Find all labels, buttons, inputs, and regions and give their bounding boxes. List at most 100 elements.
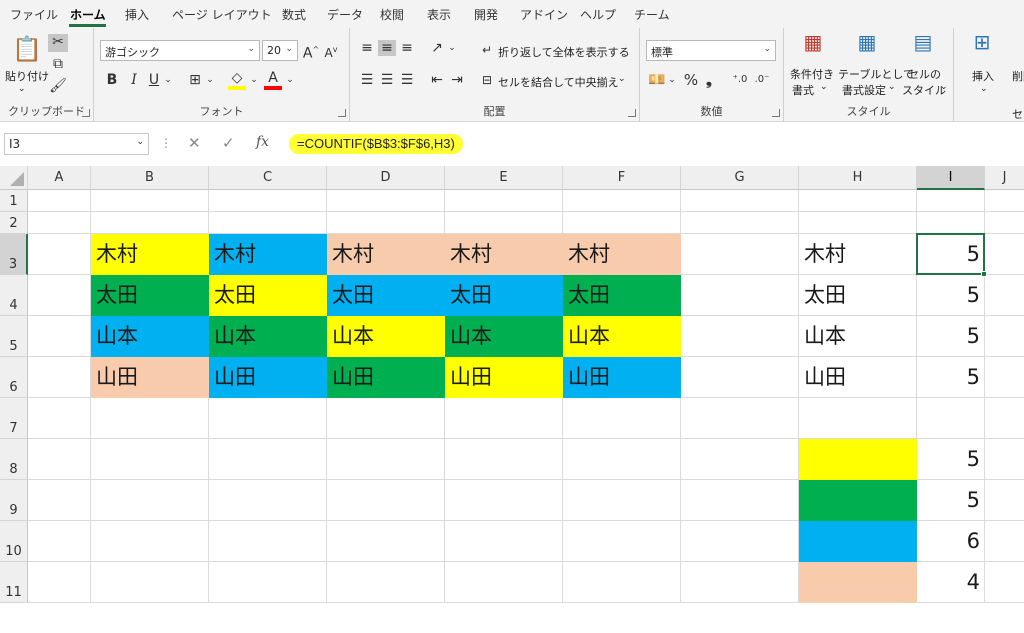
tab-view[interactable]: 表示 xyxy=(427,6,451,23)
cell-h7[interactable] xyxy=(799,398,917,439)
name-cell[interactable]: 山本 xyxy=(327,316,445,357)
tab-file[interactable]: ファイル xyxy=(10,6,58,23)
comma-style-button[interactable]: ❟ xyxy=(702,72,716,88)
tab-data[interactable]: データ xyxy=(327,6,363,23)
insert-cells-button[interactable]: 挿入 xyxy=(972,68,994,84)
row-header-10[interactable]: 10 xyxy=(0,521,28,562)
alignment-launcher-icon[interactable] xyxy=(628,109,636,117)
column-header-e[interactable]: E xyxy=(445,166,563,190)
tab-developer[interactable]: 開発 xyxy=(474,6,498,23)
cell-j11[interactable] xyxy=(985,562,1024,603)
border-icon[interactable]: ⊞ xyxy=(186,72,204,88)
cell-d10[interactable] xyxy=(327,521,445,562)
cell-f9[interactable] xyxy=(563,480,681,521)
cell-g1[interactable] xyxy=(681,190,799,212)
color-swatch-cell[interactable] xyxy=(799,439,917,480)
cell-a5[interactable] xyxy=(28,316,91,357)
name-cell[interactable]: 山田 xyxy=(209,357,327,398)
decrease-font-icon[interactable]: Av xyxy=(322,42,340,61)
conditional-format-icon[interactable]: ▦ xyxy=(800,32,826,60)
italic-button[interactable]: I xyxy=(126,72,142,88)
cell-c7[interactable] xyxy=(209,398,327,439)
cell-g11[interactable] xyxy=(681,562,799,603)
count-cell[interactable]: 5 xyxy=(917,275,985,316)
cell-h2[interactable] xyxy=(799,212,917,234)
enter-icon[interactable]: ✓ xyxy=(222,134,235,152)
cell-g6[interactable] xyxy=(681,357,799,398)
delete-cells-button[interactable]: 削除 xyxy=(1012,68,1024,84)
column-header-j[interactable]: J xyxy=(985,166,1024,190)
row-header-8[interactable]: 8 xyxy=(0,439,28,480)
font-color-button[interactable]: A xyxy=(264,70,282,90)
color-swatch-cell[interactable] xyxy=(799,562,917,603)
cell-g7[interactable] xyxy=(681,398,799,439)
cell-c2[interactable] xyxy=(209,212,327,234)
column-header-h[interactable]: H xyxy=(799,166,917,190)
cell-i7[interactable] xyxy=(917,398,985,439)
increase-indent-icon[interactable]: ⇥ xyxy=(448,72,466,88)
number-format-combo[interactable]: 標準 ⌄ xyxy=(646,40,776,61)
cell-d2[interactable] xyxy=(327,212,445,234)
underline-button[interactable]: U xyxy=(146,72,162,88)
paste-button[interactable]: 貼り付け xyxy=(5,68,49,84)
count-cell[interactable]: 5 xyxy=(917,357,985,398)
merge-dropdown-icon[interactable]: ⌄ xyxy=(618,74,626,84)
cell-a6[interactable] xyxy=(28,357,91,398)
fill-color-dropdown-icon[interactable]: ⌄ xyxy=(248,72,260,88)
cell-d11[interactable] xyxy=(327,562,445,603)
font-name-combo[interactable]: 游ゴシック ⌄ xyxy=(100,40,260,61)
formula-input[interactable]: =COUNTIF($B$3:$F$6,H3) xyxy=(289,134,463,154)
cell-d8[interactable] xyxy=(327,439,445,480)
cell-c1[interactable] xyxy=(209,190,327,212)
row-header-9[interactable]: 9 xyxy=(0,480,28,521)
format-as-table-icon[interactable]: ▦ xyxy=(854,32,880,60)
row-header-11[interactable]: 11 xyxy=(0,562,28,603)
row-header-1[interactable]: 1 xyxy=(0,190,28,212)
tab-formulas[interactable]: 数式 xyxy=(282,6,306,23)
align-center-icon[interactable]: ☰ xyxy=(378,72,396,88)
conditional-format-button-line2[interactable]: 書式 xyxy=(792,82,814,98)
cell-f11[interactable] xyxy=(563,562,681,603)
cell-f8[interactable] xyxy=(563,439,681,480)
paste-dropdown-icon[interactable]: ⌄ xyxy=(18,84,26,94)
tab-help[interactable]: ヘルプ xyxy=(580,6,616,23)
insert-cells-icon[interactable]: ⊞ xyxy=(968,32,996,60)
chevron-down-icon[interactable]: ⌄ xyxy=(888,82,896,92)
name-cell[interactable]: 太田 xyxy=(563,275,681,316)
name-cell[interactable]: 木村 xyxy=(209,234,327,275)
decrease-indent-icon[interactable]: ⇤ xyxy=(428,72,446,88)
name-cell[interactable]: 山田 xyxy=(563,357,681,398)
name-cell[interactable]: 太田 xyxy=(327,275,445,316)
lookup-name-cell[interactable]: 山本 xyxy=(799,316,917,357)
fill-color-icon[interactable]: ◇ xyxy=(228,70,246,90)
cell-e11[interactable] xyxy=(445,562,563,603)
cell-g10[interactable] xyxy=(681,521,799,562)
cell-a1[interactable] xyxy=(28,190,91,212)
increase-decimal-icon[interactable]: ⁺.0 xyxy=(730,72,750,88)
font-color-dropdown-icon[interactable]: ⌄ xyxy=(284,72,296,88)
cell-j10[interactable] xyxy=(985,521,1024,562)
column-header-i[interactable]: I xyxy=(917,166,985,190)
row-header-5[interactable]: 5 xyxy=(0,316,28,357)
row-header-2[interactable]: 2 xyxy=(0,212,28,234)
lookup-name-cell[interactable]: 木村 xyxy=(799,234,917,275)
cell-g2[interactable] xyxy=(681,212,799,234)
orientation-dropdown-icon[interactable]: ⌄ xyxy=(446,40,458,56)
align-top-icon[interactable]: ≡ xyxy=(358,40,376,56)
cell-g5[interactable] xyxy=(681,316,799,357)
accounting-format-icon[interactable]: 💴 xyxy=(648,72,666,88)
name-cell[interactable]: 太田 xyxy=(209,275,327,316)
worksheet-grid[interactable]: ABCDEFGHIJ 1 2 3 4 5 6 7 8 9 10 11 木村 木村 木村 木村 木村 太田 太田太… xyxy=(0,166,1024,633)
format-painter-icon[interactable]: 🖌 xyxy=(48,78,68,96)
color-count-cell[interactable]: 6 xyxy=(917,521,985,562)
cell-d7[interactable] xyxy=(327,398,445,439)
cell-c11[interactable] xyxy=(209,562,327,603)
align-right-icon[interactable]: ☰ xyxy=(398,72,416,88)
merge-center-button[interactable]: セルを結合して中央揃え xyxy=(498,74,619,90)
cell-f2[interactable] xyxy=(563,212,681,234)
cell-a4[interactable] xyxy=(28,275,91,316)
cell-j2[interactable] xyxy=(985,212,1024,234)
cell-c10[interactable] xyxy=(209,521,327,562)
tab-page-layout[interactable]: ページ レイアウト xyxy=(172,6,272,23)
tab-insert[interactable]: 挿入 xyxy=(125,6,149,23)
